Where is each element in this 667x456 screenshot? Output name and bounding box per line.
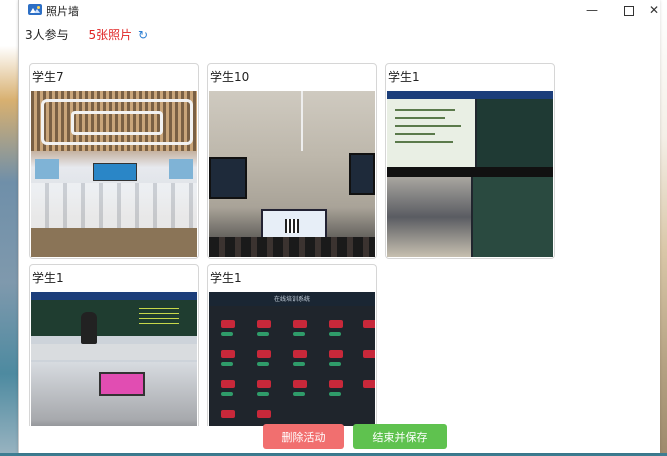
photo-online-course[interactable]: 在线培训系统 [209,292,375,426]
photo-lecture-hall[interactable] [209,91,375,257]
desktop-background-right [659,0,667,456]
photo-classroom[interactable] [31,91,197,257]
delete-activity-button[interactable]: 删除活动 [263,424,344,449]
photo-app-icon [28,4,42,15]
refresh-icon[interactable]: ↻ [138,28,148,42]
window-title: 照片墙 [46,5,79,18]
photo-card[interactable]: 学生7 [29,63,199,259]
maximize-button[interactable] [611,0,647,22]
student-name: 学生1 [32,271,64,285]
student-name: 学生10 [210,70,250,84]
student-name: 学生1 [388,70,420,84]
photo-card[interactable]: 学生1 [385,63,555,259]
student-name: 学生1 [210,271,242,285]
photo-teacher-board[interactable] [31,292,197,426]
photo-card[interactable]: 学生1 [29,264,199,426]
photo-count: 5张照片 [88,28,133,42]
maximize-icon [624,5,634,16]
photo-card[interactable]: 学生10 [207,63,377,259]
desktop-background-left [0,0,18,456]
photo-wall-window: 照片墙 — ✕ 3人参与 5张照片 ↻ 学生7 学生10 学生1 学生1 学生1… [18,0,660,453]
finish-and-save-button[interactable]: 结束并保存 [353,424,447,449]
student-name: 学生7 [32,70,64,84]
photo-card[interactable]: 学生1 在线培训系统 [207,264,377,426]
online-course-header: 在线培训系统 [273,296,310,303]
close-button[interactable]: ✕ [649,0,660,22]
minimize-button[interactable]: — [574,0,610,22]
photo-split-screen[interactable] [387,91,553,257]
title-bar[interactable]: 照片墙 — ✕ [19,0,660,22]
participant-count: 3人参与 [25,28,69,42]
activity-stats: 3人参与 5张照片 ↻ [25,26,148,44]
